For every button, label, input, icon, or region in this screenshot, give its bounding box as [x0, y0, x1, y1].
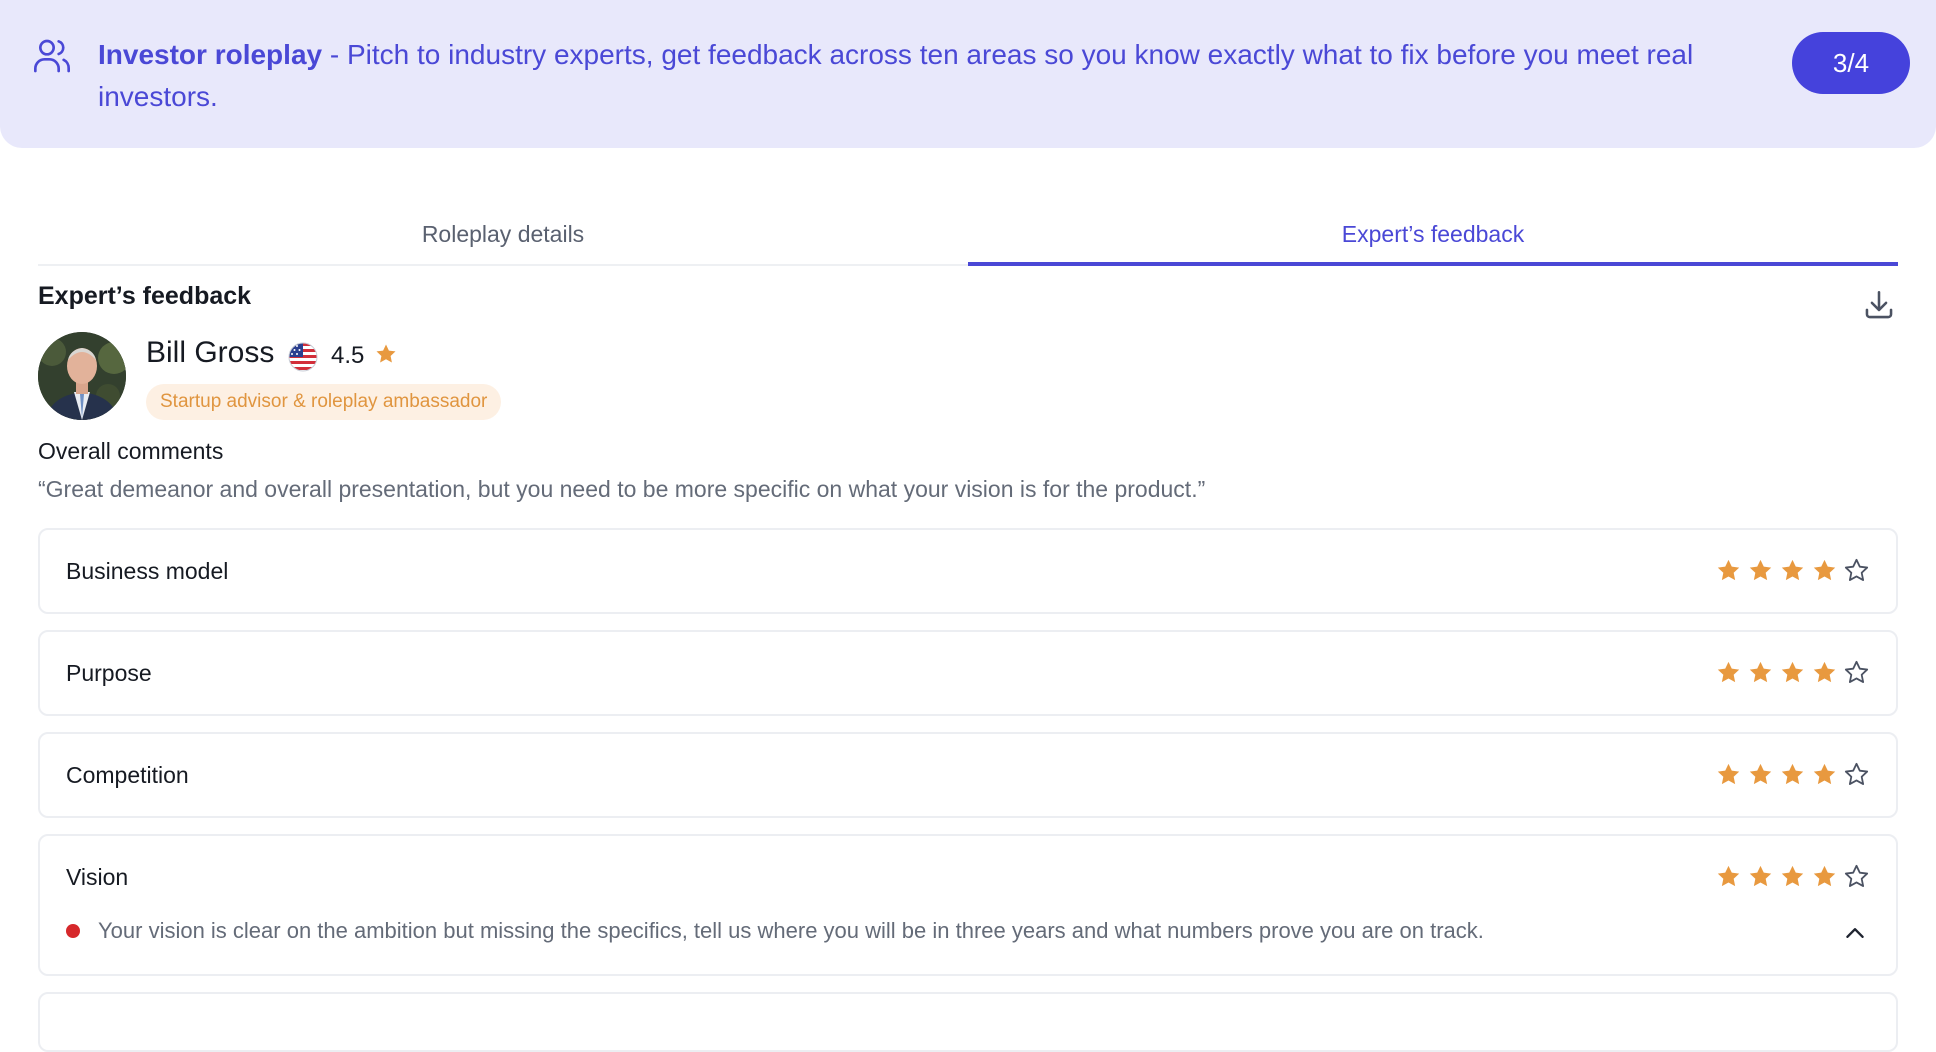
- section-title: Expert’s feedback: [38, 282, 252, 310]
- star-filled-icon: [1717, 763, 1740, 785]
- us-flag-icon: [288, 342, 318, 372]
- alert-dot-icon: [66, 924, 80, 938]
- expert-name: Bill Gross: [146, 336, 275, 369]
- banner-text: Investor roleplay - Pitch to industry ex…: [98, 34, 1792, 118]
- star-filled-icon: [1749, 763, 1772, 785]
- star-filled-icon: [1717, 661, 1740, 683]
- star-icon: [376, 344, 396, 363]
- tab-bar: Roleplay details Expert’s feedback: [38, 204, 1898, 266]
- feedback-card-next[interactable]: [38, 992, 1898, 1052]
- star-filled-icon: [1781, 559, 1804, 581]
- avatar: [38, 332, 126, 420]
- star-filled-icon: [1717, 559, 1740, 581]
- banner-title: Investor roleplay: [98, 39, 323, 70]
- star-empty-icon: [1844, 558, 1869, 581]
- star-filled-icon: [1717, 865, 1740, 887]
- star-filled-icon: [1781, 763, 1804, 785]
- feedback-card-vision[interactable]: Vision Your vision is clear on the ambit…: [38, 834, 1898, 976]
- role-badge: Startup advisor & roleplay ambassador: [146, 384, 502, 420]
- users-icon: [34, 39, 70, 73]
- star-filled-icon: [1813, 559, 1836, 581]
- step-indicator[interactable]: 3/4: [1792, 32, 1910, 94]
- star-rating: [1715, 557, 1870, 584]
- star-filled-icon: [1813, 661, 1836, 683]
- feedback-area-label: Vision: [66, 864, 129, 890]
- feedback-area-label: Purpose: [66, 660, 152, 686]
- star-filled-icon: [1749, 661, 1772, 683]
- overall-comments-label: Overall comments: [38, 438, 224, 464]
- star-empty-icon: [1844, 762, 1869, 785]
- feedback-card-purpose[interactable]: Purpose: [38, 630, 1898, 716]
- star-filled-icon: [1749, 559, 1772, 581]
- star-filled-icon: [1781, 865, 1804, 887]
- feedback-note-text: Your vision is clear on the ambition but…: [98, 918, 1484, 943]
- star-filled-icon: [1749, 865, 1772, 887]
- feedback-card-competition[interactable]: Competition: [38, 732, 1898, 818]
- banner-separator: -: [322, 39, 347, 70]
- feedback-note: Your vision is clear on the ambition but…: [66, 918, 1826, 944]
- overall-comments-text: “Great demeanor and overall presentation…: [38, 476, 1206, 502]
- star-filled-icon: [1813, 865, 1836, 887]
- star-filled-icon: [1813, 763, 1836, 785]
- download-icon[interactable]: [1862, 288, 1896, 322]
- star-empty-icon: [1844, 660, 1869, 683]
- chevron-up-icon[interactable]: [1842, 920, 1868, 946]
- star-rating: [1715, 863, 1870, 890]
- expert-rating: 4.5: [331, 342, 365, 369]
- star-rating: [1715, 659, 1870, 686]
- star-empty-icon: [1844, 864, 1869, 887]
- feedback-card-business-model[interactable]: Business model: [38, 528, 1898, 614]
- tab-roleplay-details[interactable]: Roleplay details: [38, 204, 968, 264]
- tab-experts-feedback[interactable]: Expert’s feedback: [968, 204, 1898, 266]
- star-filled-icon: [1781, 661, 1804, 683]
- feedback-area-label: Competition: [66, 762, 189, 788]
- feedback-area-label: Business model: [66, 558, 229, 584]
- star-rating: [1715, 761, 1870, 788]
- info-banner: Investor roleplay - Pitch to industry ex…: [0, 0, 1936, 148]
